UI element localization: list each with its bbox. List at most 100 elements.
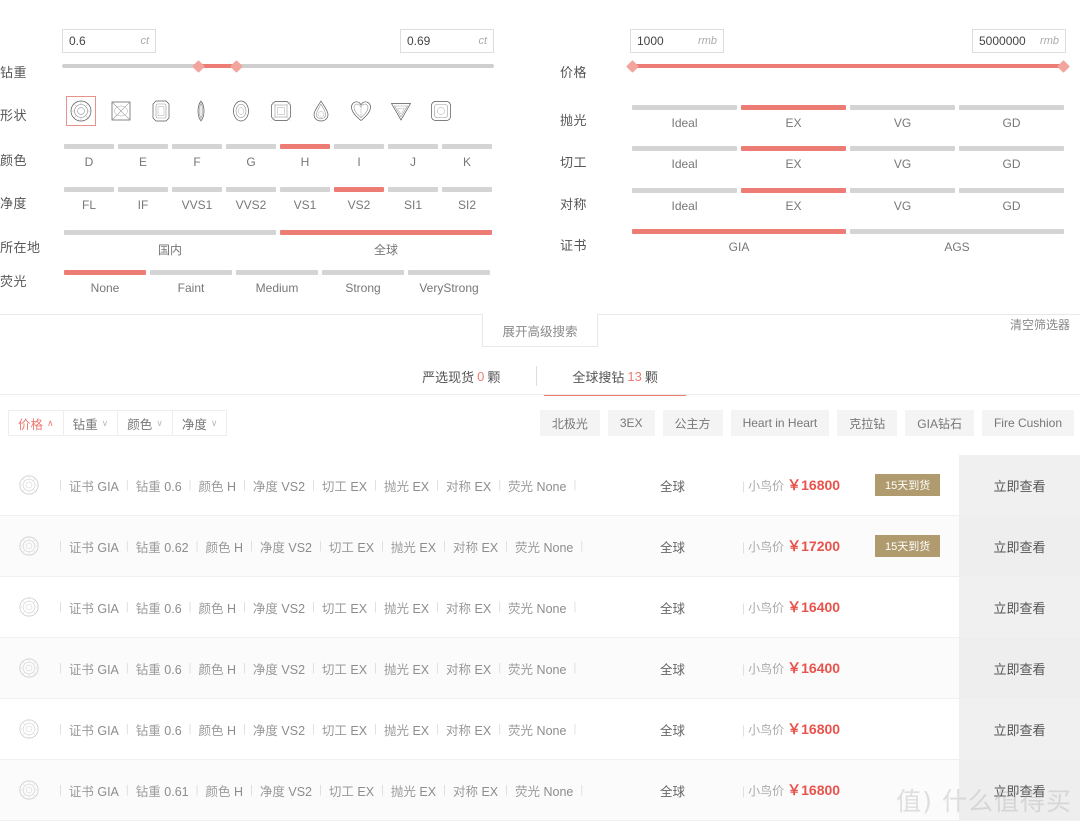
price-slider-handle-min[interactable] [626, 60, 639, 73]
tag-carat-diamond[interactable]: 克拉钻 [837, 410, 898, 436]
clarity-option-FL[interactable]: FL [62, 187, 116, 212]
view-now-button[interactable]: 立即查看 [959, 577, 1080, 637]
spec-polish: 抛光 EX [391, 781, 436, 800]
spec-cut-value: EX [350, 723, 368, 738]
view-now-button[interactable]: 立即查看 [959, 516, 1080, 576]
spec-color: 颜色 H [199, 720, 237, 739]
sort-by-clarity[interactable]: 净度 ∨ [173, 411, 227, 435]
carat-slider-handle-max[interactable] [230, 60, 243, 73]
polish-option-gd[interactable]: GD [957, 105, 1066, 130]
color-option-J[interactable]: J [386, 144, 440, 169]
spec-carat: 钻重 0.62 [136, 537, 189, 556]
symmetry-option-vg[interactable]: VG [848, 188, 957, 213]
table-row[interactable]: | 证书 GIA | 钻重 0.6 | 颜色 H | 净度 VS2 | 切工 E… [0, 699, 1080, 760]
shape-option-marquise[interactable] [186, 96, 216, 126]
clarity-option-VS1[interactable]: VS1 [278, 187, 332, 212]
advanced-search-button[interactable]: 展开高级搜索 [482, 314, 598, 347]
tag-beijiguang[interactable]: 北极光 [539, 410, 600, 436]
shape-option-emerald[interactable] [146, 96, 176, 126]
spec-separator: | [125, 479, 129, 491]
view-now-button[interactable]: 立即查看 [959, 760, 1080, 820]
spec-polish-value: EX [419, 540, 437, 555]
shape-option-radiant[interactable] [266, 96, 296, 126]
color-option-H[interactable]: H [278, 144, 332, 169]
sort-by-price[interactable]: 价格 ∧ [9, 411, 64, 435]
symmetry-option-ideal[interactable]: Ideal [630, 188, 739, 213]
carat-min-input[interactable]: 0.6 ct [62, 29, 156, 53]
spec-cut-value: EX [350, 601, 368, 616]
view-now-button[interactable]: 立即查看 [959, 699, 1080, 759]
clarity-option-VVS2[interactable]: VVS2 [224, 187, 278, 212]
table-row[interactable]: | 证书 GIA | 钻重 0.6 | 颜色 H | 净度 VS2 | 切工 E… [0, 638, 1080, 699]
carat-range-slider[interactable] [62, 59, 494, 73]
carat-slider-handle-min[interactable] [192, 60, 205, 73]
price-min-input[interactable]: 1000 rmb [630, 29, 724, 53]
spec-clarity-label: 净度 [252, 601, 278, 616]
tab-global-search[interactable]: 全球搜钻 13 颗 [536, 358, 694, 396]
fluorescence-option-medium[interactable]: Medium [234, 270, 320, 295]
shape-option-oval[interactable] [226, 96, 256, 126]
row-specs: | 证书 GIA | 钻重 0.62 | 颜色 H | 净度 VS2 | 切工 … [58, 537, 584, 556]
shape-option-pear[interactable] [306, 96, 336, 126]
price-label: 小鸟价 [748, 479, 785, 493]
shape-option-cushion[interactable] [426, 96, 456, 126]
tag-gia-diamond[interactable]: GIA钻石 [905, 410, 974, 436]
symmetry-option-ex[interactable]: EX [739, 188, 848, 213]
tag-princess[interactable]: 公主方 [662, 410, 723, 436]
tag-heart-in-heart[interactable]: Heart in Heart [730, 410, 830, 436]
polish-option-ideal[interactable]: Ideal [630, 105, 739, 130]
fluorescence-option-none[interactable]: None [62, 270, 148, 295]
table-row[interactable]: | 证书 GIA | 钻重 0.6 | 颜色 H | 净度 VS2 | 切工 E… [0, 455, 1080, 516]
color-option-I[interactable]: I [332, 144, 386, 169]
price-slider-handle-max[interactable] [1057, 60, 1070, 73]
cut-option-vg[interactable]: VG [848, 146, 957, 171]
cut-option-ideal[interactable]: Ideal [630, 146, 739, 171]
spec-symmetry-value: EX [474, 601, 492, 616]
location-option-domestic[interactable]: 国内 [62, 230, 278, 258]
row-region: 全球 [660, 784, 686, 799]
color-option-K[interactable]: K [440, 144, 494, 169]
certificate-option-gia[interactable]: GIA [630, 229, 848, 254]
color-option-F[interactable]: F [170, 144, 224, 169]
clarity-option-SI2[interactable]: SI2 [440, 187, 494, 212]
tag-3ex[interactable]: 3EX [607, 410, 655, 436]
fluorescence-option-faint[interactable]: Faint [148, 270, 234, 295]
carat-max-input[interactable]: 0.69 ct [400, 29, 494, 53]
spec-fluorescence: 荧光 None [508, 598, 566, 617]
fluorescence-option-strong[interactable]: Strong [320, 270, 406, 295]
chevron-down-icon: ∨ [101, 417, 109, 428]
color-option-K-label: K [462, 155, 471, 169]
color-option-D[interactable]: D [62, 144, 116, 169]
table-row[interactable]: | 证书 GIA | 钻重 0.62 | 颜色 H | 净度 VS2 | 切工 … [0, 516, 1080, 577]
color-option-G[interactable]: G [224, 144, 278, 169]
clarity-option-VS2[interactable]: VS2 [332, 187, 386, 212]
cut-option-ex[interactable]: EX [739, 146, 848, 171]
color-option-E[interactable]: E [116, 144, 170, 169]
symmetry-option-gd[interactable]: GD [957, 188, 1066, 213]
location-option-global[interactable]: 全球 [278, 230, 494, 258]
sort-by-carat[interactable]: 钻重 ∨ [64, 411, 119, 435]
table-row[interactable]: | 证书 GIA | 钻重 0.6 | 颜色 H | 净度 VS2 | 切工 E… [0, 577, 1080, 638]
spec-separator: | [374, 662, 377, 674]
price-range-slider[interactable] [626, 59, 1070, 73]
shape-option-triangle[interactable] [386, 96, 416, 126]
cut-option-gd[interactable]: GD [957, 146, 1066, 171]
polish-option-vg[interactable]: VG [848, 105, 957, 130]
clarity-option-SI1[interactable]: SI1 [386, 187, 440, 212]
certificate-option-ags[interactable]: AGS [848, 229, 1066, 254]
clarity-option-IF[interactable]: IF [116, 187, 170, 212]
view-now-button[interactable]: 立即查看 [959, 638, 1080, 698]
shape-option-round[interactable] [66, 96, 96, 126]
view-now-button[interactable]: 立即查看 [959, 455, 1080, 515]
fluorescence-option-verystrong[interactable]: VeryStrong [406, 270, 492, 295]
polish-option-ex[interactable]: EX [739, 105, 848, 130]
tab-in-stock[interactable]: 严选现货 0 颗 [386, 358, 536, 394]
sort-by-color[interactable]: 颜色 ∨ [118, 411, 173, 435]
price-max-input[interactable]: 5000000 rmb [972, 29, 1066, 53]
tag-fire-cushion[interactable]: Fire Cushion [981, 410, 1074, 436]
table-row[interactable]: | 证书 GIA | 钻重 0.61 | 颜色 H | 净度 VS2 | 切工 … [0, 760, 1080, 821]
clear-filters-link[interactable]: 清空筛选器 [1010, 316, 1070, 333]
clarity-option-VVS1[interactable]: VVS1 [170, 187, 224, 212]
shape-option-princess[interactable] [106, 96, 136, 126]
shape-option-heart[interactable] [346, 96, 376, 126]
